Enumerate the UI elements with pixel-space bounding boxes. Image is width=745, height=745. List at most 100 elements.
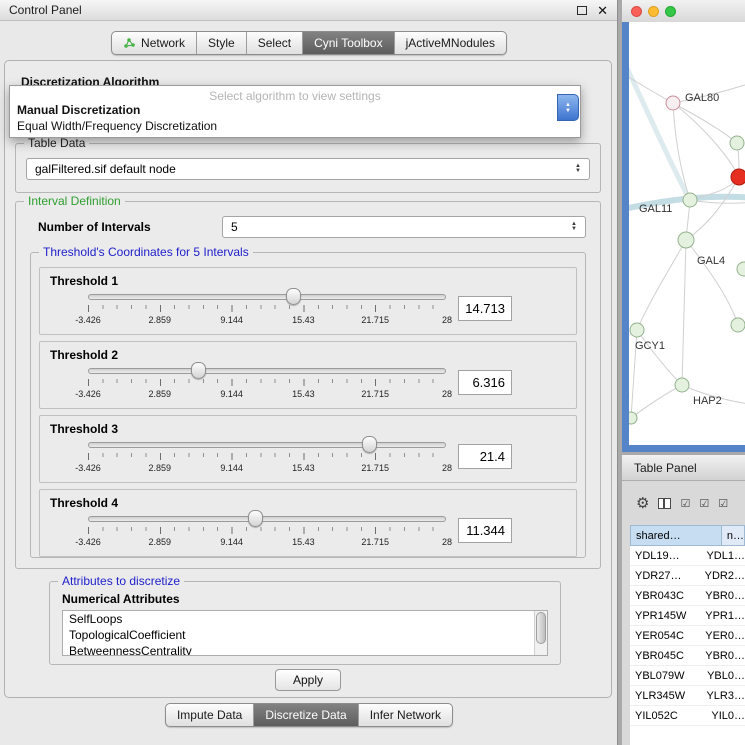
- threshold-4-slider[interactable]: -3.426 2.859 9.144 15.43 21.715 28: [88, 516, 446, 554]
- checkbox-icon[interactable]: ☑: [699, 497, 709, 510]
- table-row[interactable]: YER054CYER0…: [630, 626, 745, 646]
- tick-label: 2.859: [149, 463, 172, 473]
- slider-thumb[interactable]: [286, 288, 301, 305]
- node-gal11[interactable]: [683, 193, 697, 207]
- tab-network[interactable]: Network: [112, 32, 197, 54]
- cell: YBR045C: [630, 646, 700, 665]
- slider-track[interactable]: [88, 368, 446, 374]
- tick-label: 9.144: [220, 537, 243, 547]
- node-selected-red[interactable]: [731, 169, 745, 185]
- slider-track[interactable]: [88, 516, 446, 522]
- threshold-2-value-field[interactable]: 6.316: [458, 370, 512, 395]
- threshold-1-slider[interactable]: -3.426 2.859 9.144 15.43 21.715 28: [88, 294, 446, 332]
- node-gcy1[interactable]: [630, 323, 644, 337]
- float-window-icon[interactable]: [577, 6, 587, 15]
- node[interactable]: [730, 136, 744, 150]
- threshold-label: Threshold 2: [50, 348, 118, 362]
- list-item[interactable]: BetweennessCentrality: [63, 643, 547, 656]
- node[interactable]: [629, 412, 637, 424]
- attributes-title: Attributes to discretize: [58, 574, 184, 588]
- tab-discretize-data[interactable]: Discretize Data: [254, 704, 358, 726]
- down-arrow-icon: ▼: [565, 108, 571, 114]
- control-panel: Control Panel ✕ Network Style Select Cyn…: [0, 0, 618, 745]
- slider-track[interactable]: [88, 442, 446, 448]
- tick-label: 15.43: [292, 463, 315, 473]
- node-label: GCY1: [635, 340, 665, 352]
- cell: YPR145W: [630, 606, 700, 625]
- table-header-row: shared… n…: [630, 525, 745, 546]
- tab-label: Cyni Toolbox: [314, 36, 382, 50]
- tick-label: 9.144: [220, 463, 243, 473]
- slider-thumb[interactable]: [248, 510, 263, 527]
- threshold-label: Threshold 1: [50, 274, 118, 288]
- columns-icon[interactable]: [658, 498, 671, 509]
- option-equal-width-frequency[interactable]: Equal Width/Frequency Discretization: [10, 118, 580, 134]
- number-of-intervals-combo[interactable]: 5 ▲▼: [222, 216, 586, 238]
- table-row[interactable]: YPR145WYPR1…: [630, 606, 745, 626]
- list-item[interactable]: TopologicalCoefficient: [63, 627, 547, 643]
- tab-select[interactable]: Select: [247, 32, 303, 54]
- slider-ticks: -3.426 2.859 9.144 15.43 21.715 28: [88, 379, 447, 405]
- threshold-4-value-field[interactable]: 11.344: [458, 518, 512, 543]
- slider-thumb[interactable]: [362, 436, 377, 453]
- algorithm-combo-stepper[interactable]: ▲▼: [557, 94, 579, 121]
- scrollbar-thumb[interactable]: [536, 612, 546, 644]
- tab-cyni-toolbox[interactable]: Cyni Toolbox: [303, 32, 394, 54]
- tick-label: 15.43: [292, 537, 315, 547]
- tab-jactivemnodules[interactable]: jActiveMNodules: [395, 32, 506, 54]
- node-gal80[interactable]: [666, 96, 680, 110]
- table-row[interactable]: YBR043CYBR0…: [630, 586, 745, 606]
- column-header-shared-name[interactable]: shared…: [630, 525, 722, 546]
- list-scrollbar[interactable]: [534, 611, 547, 655]
- cell: YDL19…: [630, 546, 701, 565]
- slider-track[interactable]: [88, 294, 446, 300]
- tick-label: 28: [442, 537, 452, 547]
- attributes-list[interactable]: SelfLoops TopologicalCoefficient Between…: [62, 610, 548, 656]
- checkbox-icon[interactable]: ☑: [718, 497, 728, 510]
- slider-thumb[interactable]: [191, 362, 206, 379]
- node[interactable]: [737, 262, 745, 276]
- threshold-1-row: Threshold 1 -3.426 2.859 9.144 15.43 21.…: [39, 267, 577, 335]
- tick-label: 9.144: [220, 315, 243, 325]
- node-label: GAL4: [697, 255, 725, 267]
- tick-label: -3.426: [75, 315, 101, 325]
- checkbox-icon[interactable]: ☑: [680, 497, 690, 510]
- minimize-traffic-light-icon[interactable]: [648, 6, 659, 17]
- table-row[interactable]: YBR045CYBR0…: [630, 646, 745, 666]
- threshold-1-value-field[interactable]: 14.713: [458, 296, 512, 321]
- node-gal4[interactable]: [678, 232, 694, 248]
- close-icon[interactable]: ✕: [597, 4, 608, 17]
- tab-style[interactable]: Style: [197, 32, 247, 54]
- node-table: shared… n… YDL19…YDL1… YDR27…YDR2… YBR04…: [630, 525, 745, 745]
- table-row[interactable]: YLR345WYLR3…: [630, 686, 745, 706]
- table-row[interactable]: YDL19…YDL1…: [630, 546, 745, 566]
- threshold-3-value-field[interactable]: 21.4: [458, 444, 512, 469]
- option-manual-discretization[interactable]: Manual Discretization: [10, 102, 580, 118]
- node[interactable]: [731, 318, 745, 332]
- list-item[interactable]: SelfLoops: [63, 611, 547, 627]
- close-traffic-light-icon[interactable]: [631, 6, 642, 17]
- tick-label: 21.715: [361, 537, 389, 547]
- popup-hint: Select algorithm to view settings: [10, 86, 580, 102]
- tab-infer-network[interactable]: Infer Network: [359, 704, 452, 726]
- tab-label: jActiveMNodules: [406, 36, 495, 50]
- tab-impute-data[interactable]: Impute Data: [166, 704, 254, 726]
- table-data-combo[interactable]: galFiltered.sif default node ▲▼: [26, 158, 590, 180]
- table-row[interactable]: YDR27…YDR2…: [630, 566, 745, 586]
- node-hap2[interactable]: [675, 378, 689, 392]
- table-row[interactable]: YBL079WYBL0…: [630, 666, 745, 686]
- gear-icon[interactable]: ⚙: [636, 494, 649, 512]
- column-header-name[interactable]: n…: [722, 525, 745, 546]
- tab-label: Network: [141, 36, 185, 50]
- tab-label: Select: [258, 36, 291, 50]
- threshold-2-slider[interactable]: -3.426 2.859 9.144 15.43 21.715 28: [88, 368, 446, 406]
- apply-button[interactable]: Apply: [275, 669, 341, 691]
- threshold-3-slider[interactable]: -3.426 2.859 9.144 15.43 21.715 28: [88, 442, 446, 480]
- tab-label: Style: [208, 36, 235, 50]
- network-window-titlebar: [622, 0, 745, 22]
- network-canvas[interactable]: GAL80 GAL11 GAL4 GCY1 HAP2: [629, 22, 745, 445]
- thresholds-group: Threshold's Coordinates for 5 Intervals …: [30, 252, 586, 558]
- zoom-traffic-light-icon[interactable]: [665, 6, 676, 17]
- table-row[interactable]: YIL052CYIL0…: [630, 706, 745, 726]
- bottom-tab-bar: Impute Data Discretize Data Infer Networ…: [0, 703, 618, 727]
